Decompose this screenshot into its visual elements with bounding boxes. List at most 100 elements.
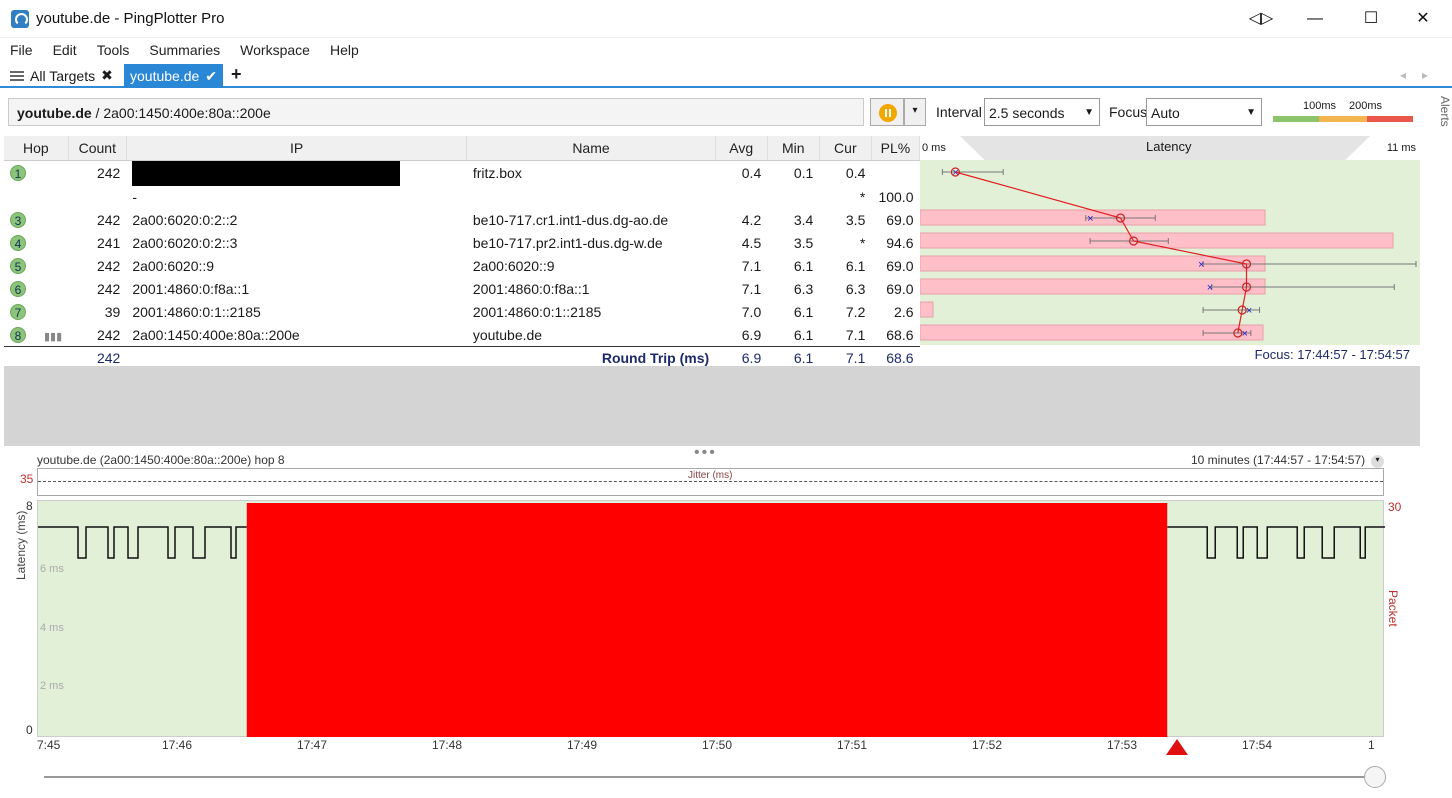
menu-edit[interactable]: Edit [43,38,87,58]
col-header[interactable]: Name [466,136,716,161]
slider-thumb[interactable] [1364,766,1386,788]
marker-icon[interactable] [1164,737,1190,757]
legend-good [1273,116,1319,122]
menu-help[interactable]: Help [320,38,369,58]
latency-svg: ×××××× [919,167,1417,341]
table-row[interactable]: 4 241 2a00:6020:0:2::3 be10-717.pr2.int1… [4,232,920,255]
list-icon [10,70,24,81]
ip-cell: 2001:4860:0:1::2185 [126,301,466,324]
avg-cell: 4.5 [741,235,762,251]
hop-table: Hop Count IP Name Avg Min Cur PL% 1 242 fritz.b… [4,136,921,370]
table-row[interactable]: 1 242 fritz.box 0.4 0.1 0.4 [4,160,920,186]
count-cell: 242 [96,258,121,274]
col-header[interactable]: Hop [4,136,69,161]
table-row[interactable]: 6 242 2001:4860:0:f8a::1 2001:4860:0:f8a… [4,278,920,301]
chevron-down-icon[interactable]: ▾ [1371,455,1384,468]
cur-cell: * [859,189,866,205]
ip-address: 2a00:6020::9 [132,258,215,274]
min-cell: 3.5 [793,235,814,251]
ip-cell: 2a00:6020:0:2::2 [126,209,466,232]
table-row[interactable]: 7 39 2001:4860:0:1::2185 2001:4860:0:1::… [4,301,920,324]
avg-cell: 0.4 [741,165,762,181]
splitter-handle[interactable]: ••• [694,444,717,462]
menu-workspace[interactable]: Workspace [230,38,320,58]
minimize-button[interactable]: — [1300,6,1330,32]
legend-warn [1319,116,1367,122]
cur-cell: 6.1 [845,258,866,274]
tab-prev-icon[interactable]: ◂ [1400,68,1406,82]
cur-marker: × [1198,259,1204,271]
tab-youtube[interactable]: youtube.de ✔ [124,64,224,88]
packet-loss-area [246,503,1168,737]
tab-all-targets[interactable]: All Targets ✖ [10,67,113,84]
time-slider[interactable] [44,776,1379,778]
count-cell [68,186,126,209]
latency-axis-text: Latency (ms) [14,510,28,580]
title-bar: youtube.de - PingPlotter Pro ◁▷ — ☐ ✕ [0,0,1452,38]
jitter-line [38,481,1383,482]
hop-number: 6 [10,281,26,297]
close-tab-icon[interactable]: ✖ [101,67,113,84]
col-header[interactable]: Cur [819,136,872,161]
menu-tools[interactable]: Tools [87,38,140,58]
tab-bar: All Targets ✖ youtube.de ✔ + ◂ ▸ [0,64,1452,88]
x-tick: 17:48 [432,738,463,752]
avg-cell: 7.0 [741,304,762,320]
ip-cell: 2a00:6020::9 [126,255,466,278]
count-cell: 242 [96,326,121,343]
interval-label: Interval [936,104,982,120]
name-cell: youtube.de [472,326,543,343]
target-name: youtube.de [17,105,92,121]
latency-legend: 100ms 200ms [1273,100,1413,124]
graph-range[interactable]: 10 minutes (17:44:57 - 17:54:57) [1191,453,1365,467]
hop-cell: 8 ▮▮▮ [4,324,68,347]
ip-address: 2a00:6020:0:2::2 [132,212,238,228]
focus-select[interactable]: Auto ▼ [1146,98,1262,126]
timeline-graph[interactable]: 6 ms 4 ms 2 ms [37,500,1385,737]
menu-file[interactable]: File [0,38,43,58]
pause-dropdown[interactable]: ▾ [904,98,926,126]
cur-cell: 0.4 [845,165,866,181]
col-header[interactable]: IP [126,136,468,161]
hop-number: 4 [10,235,26,251]
tab-next-icon[interactable]: ▸ [1422,68,1428,82]
alerts-panel[interactable]: Alerts [1422,96,1452,156]
table-row[interactable]: 3 242 2a00:6020:0:2::2 be10-717.cr1.int1… [4,209,920,232]
tab-youtube-label: youtube.de [130,68,200,84]
hop-number: 8 [10,326,26,343]
pl-cell: 94.6 [886,235,914,251]
menu-summaries[interactable]: Summaries [139,38,230,58]
target-path[interactable]: youtube.de / 2a00:1450:400e:80a::200e [8,98,864,126]
ip-address: - [132,189,137,205]
maximize-button[interactable]: ☐ [1356,6,1386,32]
close-button[interactable]: ✕ [1408,6,1438,32]
pl-cell: 100.0 [878,189,914,205]
x-tick: 1 [1368,738,1375,752]
interval-select[interactable]: 2.5 seconds ▼ [984,98,1100,126]
bar-chart-icon[interactable]: ▮▮▮ [44,331,62,343]
min-cell [767,186,819,209]
x-tick: 7:45 [37,738,61,752]
ip-cell: - [126,186,466,209]
count-cell: 39 [104,304,121,320]
latency-pane: 0 ms Latency 11 ms × × × × × × Focus: 17:44:5… [919,136,1420,366]
col-header[interactable]: Count [68,136,127,161]
focus-label: Focus [1109,104,1148,120]
latency-chart: × × × × × × [919,160,1420,345]
add-tab-button[interactable]: + [231,64,242,85]
sizing-icon[interactable]: ◁▷ [1246,6,1276,32]
col-header[interactable]: PL% [871,136,921,161]
table-row[interactable]: - * 100.0 [4,186,920,209]
avg-cell: 4.2 [741,212,762,228]
col-header[interactable]: Avg [715,136,768,161]
col-header[interactable]: Min [767,136,820,161]
table-row[interactable]: 5 242 2a00:6020::9 2a00:6020::9 7.1 6.1 … [4,255,920,278]
x-tick: 17:52 [972,738,1003,752]
pl-cell: 69.0 [886,212,914,228]
min-cell: 6.1 [793,326,814,343]
pause-button[interactable] [870,98,904,126]
bottom-bar [0,760,1452,798]
table-row[interactable]: 8 ▮▮▮ 242 2a00:1450:400e:80a::200e youtub… [4,324,920,347]
focus-range: Focus: 17:44:57 - 17:54:57 [1254,347,1410,362]
x-tick: 17:53 [1107,738,1138,752]
